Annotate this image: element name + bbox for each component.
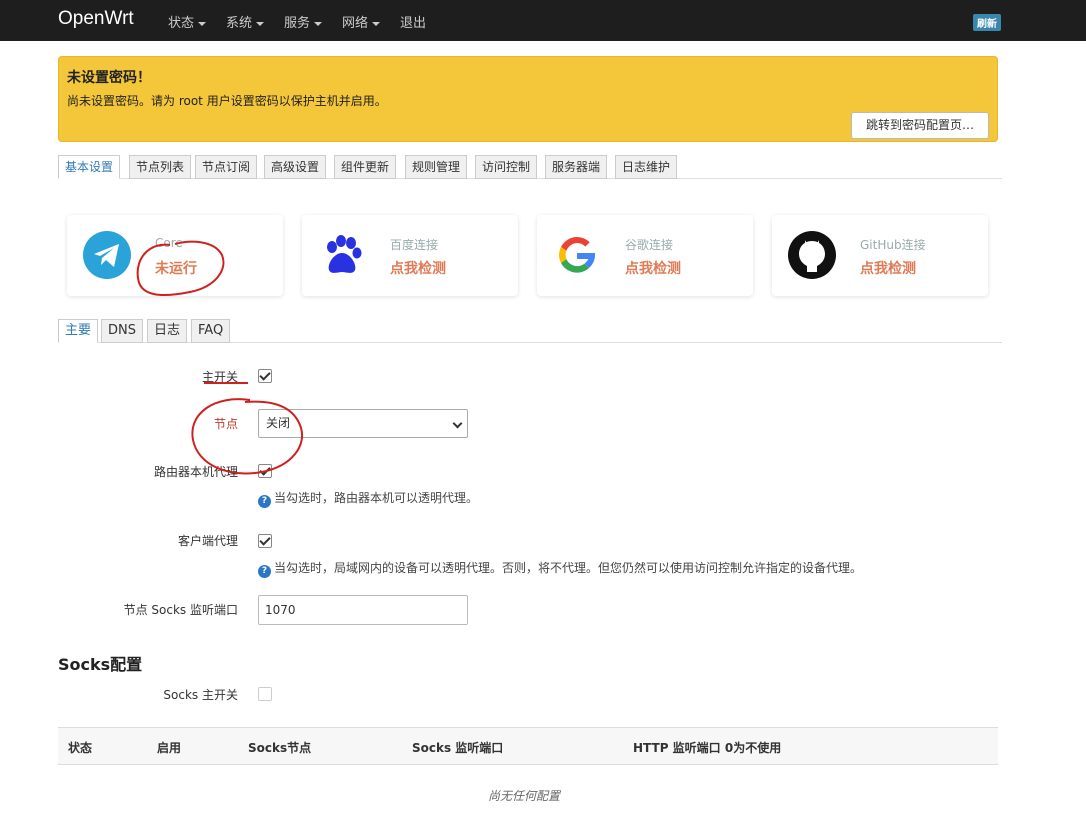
column-header: 状态 [68, 741, 93, 755]
telegram-icon [83, 231, 131, 279]
card-title: 谷歌连接 [625, 238, 674, 252]
tab-node-subscribe[interactable]: 节点订阅 [195, 155, 258, 179]
nav-menu-network[interactable]: 网络 [342, 12, 381, 31]
column-header: 启用 [157, 741, 182, 755]
alert-message: 尚未设置密码。请为 root 用户设置密码以保护主机并启用。 [67, 94, 387, 108]
socks-port-input[interactable]: 1070 [258, 595, 468, 625]
tab-node-list[interactable]: 节点列表 [129, 155, 192, 179]
main-switch-label: 主开关 [201, 370, 238, 384]
core-status-text[interactable]: 未运行 [155, 258, 197, 278]
caret-down-icon [198, 21, 207, 26]
chevron-down-icon [452, 418, 463, 429]
socks-switch-label: Socks 主开关 [163, 688, 238, 702]
tab-rule-management[interactable]: 规则管理 [405, 155, 468, 179]
status-card-google: 谷歌连接 点我检测 [537, 215, 753, 296]
column-header: Socks节点 [248, 741, 312, 755]
baidu-paw-icon [327, 235, 362, 273]
tab-dns[interactable]: DNS [101, 319, 143, 343]
no-password-alert: 未设置密码！ 尚未设置密码。请为 root 用户设置密码以保护主机并启用。 跳转… [58, 56, 998, 142]
google-icon [559, 237, 596, 273]
card-title: Core [155, 236, 183, 250]
top-navbar: OpenWrt 状态 系统 服务 网络 退出 刷新 [0, 0, 1086, 41]
brand-logo[interactable]: OpenWrt [58, 8, 134, 30]
tab-server-side[interactable]: 服务器端 [545, 155, 608, 179]
nav-menu-system[interactable]: 系统 [226, 12, 265, 31]
google-check-link[interactable]: 点我检测 [625, 258, 681, 278]
empty-table-message: 尚无任何配置 [488, 789, 561, 803]
client-proxy-label: 客户端代理 [177, 534, 238, 548]
router-proxy-checkbox[interactable] [258, 464, 272, 478]
baidu-check-link[interactable]: 点我检测 [390, 258, 446, 278]
status-card-core: Core 未运行 [67, 215, 283, 296]
help-icon: ? [258, 495, 271, 508]
tab-log-maintenance[interactable]: 日志维护 [615, 155, 678, 179]
socks-port-label: 节点 Socks 监听端口 [123, 603, 238, 617]
nav-menu-status[interactable]: 状态 [168, 12, 207, 31]
tab-log[interactable]: 日志 [147, 319, 188, 343]
node-select-value: 关闭 [266, 416, 291, 430]
card-title: GitHub连接 [860, 238, 926, 252]
nav-menu-logout[interactable]: 退出 [400, 12, 426, 31]
main-tabs: 基本设置 节点列表 节点订阅 高级设置 组件更新 规则管理 访问控制 服务器端 … [58, 155, 1002, 179]
router-proxy-help: ? 当勾选时，路由器本机可以透明代理。 [258, 489, 478, 508]
go-to-password-button[interactable]: 跳转到密码配置页… [850, 112, 989, 139]
tab-main[interactable]: 主要 [58, 319, 99, 343]
github-icon [788, 231, 836, 279]
refresh-badge[interactable]: 刷新 [973, 14, 1001, 31]
socks-section-title: Socks配置 [58, 655, 143, 674]
tab-faq[interactable]: FAQ [191, 319, 231, 343]
column-header: Socks 监听端口 [412, 741, 504, 755]
card-title: 百度连接 [390, 238, 439, 252]
main-switch-checkbox[interactable] [258, 369, 272, 383]
router-proxy-label: 路由器本机代理 [153, 465, 238, 479]
caret-down-icon [372, 21, 381, 26]
caret-down-icon [256, 21, 265, 26]
caret-down-icon [314, 21, 323, 26]
tab-advanced-settings[interactable]: 高级设置 [264, 155, 327, 179]
tab-basic-settings[interactable]: 基本设置 [58, 155, 121, 179]
nav-menu-services[interactable]: 服务 [284, 12, 323, 31]
node-select[interactable]: 关闭 [258, 409, 468, 438]
client-proxy-help: ? 当勾选时，局域网内的设备可以透明代理。否则，将不代理。但您仍然可以使用访问控制… [258, 559, 862, 578]
sub-tabs: 主要 DNS 日志 FAQ [58, 319, 1002, 343]
client-proxy-checkbox[interactable] [258, 534, 272, 548]
alert-title: 未设置密码！ [67, 70, 151, 86]
socks-switch-checkbox[interactable] [258, 687, 272, 701]
status-card-github: GitHub连接 点我检测 [772, 215, 988, 296]
status-card-baidu: 百度连接 点我检测 [302, 215, 518, 296]
tab-access-control[interactable]: 访问控制 [475, 155, 538, 179]
github-check-link[interactable]: 点我检测 [860, 258, 916, 278]
socks-table-header: 状态 启用 Socks节点 Socks 监听端口 HTTP 监听端口 0为不使用 [58, 727, 998, 765]
help-icon: ? [258, 565, 271, 578]
column-header: HTTP 监听端口 0为不使用 [633, 741, 782, 755]
tab-component-update[interactable]: 组件更新 [334, 155, 397, 179]
node-label: 节点 [213, 417, 238, 431]
